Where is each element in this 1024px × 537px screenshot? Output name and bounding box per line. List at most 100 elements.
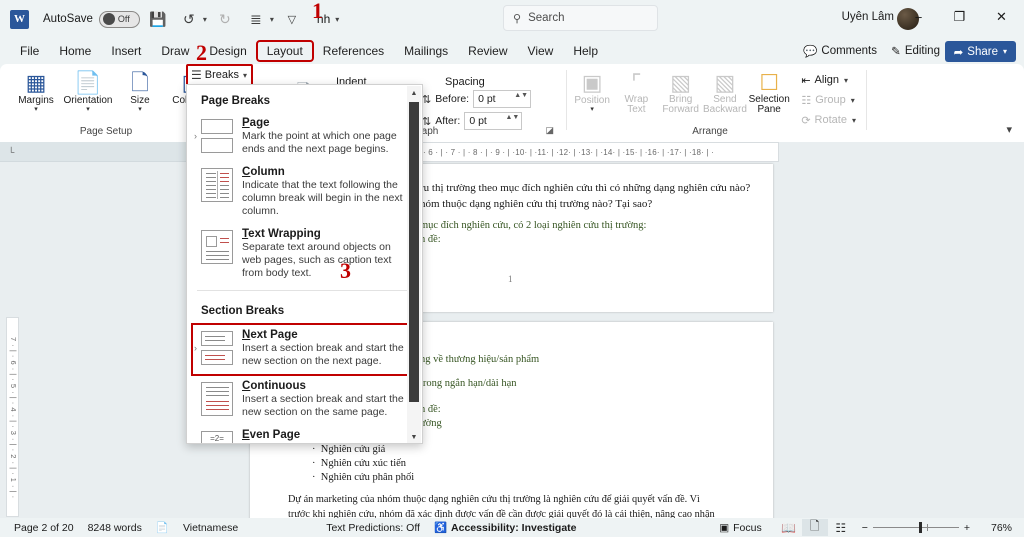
menu-item-next-page-title: Next Page bbox=[242, 329, 298, 341]
autosave-knob bbox=[102, 13, 115, 25]
line-spacing-icon[interactable]: ≣ bbox=[243, 6, 269, 32]
size-button[interactable]: 🗋 Size ▾ bbox=[114, 66, 166, 114]
group-button[interactable]: ☷ Group ▾ bbox=[797, 90, 860, 110]
autosave-toggle[interactable]: Off bbox=[98, 10, 140, 28]
accessibility-icon: ♿ bbox=[433, 522, 448, 534]
focus-button[interactable]: ▣ Focus bbox=[719, 522, 762, 534]
tab-layout[interactable]: Layout bbox=[255, 40, 314, 62]
selection-pane-icon: ☐ bbox=[759, 70, 780, 95]
text-predictions[interactable]: Text Predictions: Off bbox=[326, 522, 420, 534]
search-placeholder: Search bbox=[528, 12, 565, 24]
maximize-button[interactable]: ❐ bbox=[937, 0, 982, 34]
customize-qat-icon[interactable]: ▽ bbox=[279, 6, 305, 32]
print-layout-icon[interactable]: 🗋 bbox=[801, 519, 828, 536]
zoom-slider[interactable]: − + bbox=[862, 522, 970, 534]
send-backward-label: Send Backward bbox=[702, 94, 747, 115]
accessibility-status[interactable]: ♿ Accessibility: Investigate bbox=[433, 521, 577, 535]
tab-draw[interactable]: Draw bbox=[151, 41, 199, 61]
selection-pane-button[interactable]: ☐ Selection Pane bbox=[747, 66, 791, 130]
menu-item-text-wrapping-title: Text Wrapping bbox=[242, 228, 321, 240]
margins-chevron-down-icon: ▾ bbox=[34, 106, 38, 113]
horizontal-ruler[interactable]: · 6 · | · 7 · | · 8 · | · 9 · | ·10· | ·… bbox=[420, 142, 779, 162]
close-button[interactable]: ✕ bbox=[979, 0, 1024, 34]
comments-button[interactable]: 💬 Comments bbox=[796, 41, 884, 61]
scroll-down-icon[interactable]: ▼ bbox=[407, 430, 421, 443]
tab-review[interactable]: Review bbox=[458, 41, 517, 61]
spacing-chevron-down-icon[interactable]: ▾ bbox=[270, 15, 274, 24]
tab-home[interactable]: Home bbox=[49, 41, 101, 61]
spacing-before-label: Before: bbox=[435, 93, 470, 105]
minimize-button[interactable]: − bbox=[896, 0, 941, 34]
redo-icon: ↻ bbox=[219, 10, 231, 27]
position-button[interactable]: ▣ Position ▾ bbox=[570, 66, 614, 130]
menu-item-text-wrapping[interactable]: Text Wrapping Separate text around objec… bbox=[187, 224, 422, 286]
menu-item-even-page[interactable]: =2= 2=4= Even Page Insert a section brea… bbox=[187, 425, 422, 443]
menu-item-continuous[interactable]: Continuous Insert a section break and st… bbox=[187, 376, 422, 425]
zoom-track[interactable] bbox=[872, 522, 959, 533]
comments-label: Comments bbox=[821, 45, 877, 57]
tab-design[interactable]: Design bbox=[199, 41, 256, 61]
orientation-button[interactable]: 📄 Orientation ▾ bbox=[62, 66, 114, 114]
menu-item-next-page[interactable]: › Next Page Insert a section break and s… bbox=[191, 323, 418, 376]
send-backward-button[interactable]: ▧ Send Backward bbox=[703, 66, 747, 130]
read-mode-icon[interactable]: 📖 bbox=[776, 519, 802, 536]
tab-help[interactable]: Help bbox=[563, 41, 608, 61]
section-breaks-header: Section Breaks bbox=[201, 305, 285, 317]
word-logo-icon: W bbox=[10, 9, 29, 29]
vertical-ruler[interactable]: 7 · | · 6 · | · 5 · | · 4 · | · 3 · | · … bbox=[6, 317, 19, 517]
bring-forward-icon: ▧ bbox=[670, 70, 692, 95]
word-count[interactable]: 8248 words bbox=[88, 522, 142, 534]
tab-view[interactable]: View bbox=[518, 41, 564, 61]
proofing-errors-icon[interactable]: 📄 bbox=[156, 521, 169, 534]
save-icon[interactable]: 💾 bbox=[145, 6, 171, 32]
zoom-out-button[interactable]: − bbox=[862, 522, 868, 534]
share-icon: ➦ bbox=[953, 46, 964, 59]
wrap-text-button[interactable]: ⌜ Wrap Text bbox=[614, 66, 658, 130]
zoom-level[interactable]: 76% bbox=[978, 522, 1012, 534]
spacing-before-input[interactable]: 0 pt ▲▼ bbox=[473, 90, 532, 108]
scroll-up-icon[interactable]: ▲ bbox=[407, 86, 421, 100]
tab-insert[interactable]: Insert bbox=[101, 41, 151, 61]
menu-item-column-desc: Indicate that the text following the col… bbox=[242, 179, 403, 217]
ribbon: ▦ Margins ▾ 📄 Orientation ▾ 🗋 Size ▾ ◫ C… bbox=[0, 64, 1024, 142]
align-button[interactable]: ⇤ Align ▾ bbox=[797, 70, 860, 90]
dialog-launcher-icon[interactable]: ◪ bbox=[545, 125, 554, 136]
align-icon: ⇤ bbox=[801, 74, 811, 87]
margins-label: Margins bbox=[18, 95, 54, 106]
page-info[interactable]: Page 2 of 20 bbox=[14, 522, 74, 534]
tab-mailings[interactable]: Mailings bbox=[394, 41, 458, 61]
menu-item-page[interactable]: › Page Mark the point at which one page … bbox=[187, 113, 422, 162]
menu-item-column[interactable]: Column Indicate that the text following … bbox=[187, 162, 422, 224]
document-name-chevron-down-icon[interactable]: ▾ bbox=[335, 15, 339, 24]
web-layout-icon[interactable]: ☷ bbox=[828, 519, 854, 536]
tab-stop-icon[interactable]: └ bbox=[8, 147, 203, 157]
collapse-ribbon-icon[interactable]: ▾ bbox=[1006, 123, 1012, 136]
breaks-dropdown-menu: Page Breaks › Page Mark the point at whi… bbox=[186, 84, 423, 444]
tab-file[interactable]: File bbox=[10, 41, 49, 61]
undo-chevron-down-icon[interactable]: ▾ bbox=[203, 15, 207, 24]
spacing-before-icon: ⇅ bbox=[422, 93, 432, 106]
page1-line-2: hóm thuộc dạng nghiên cứu thị trường nào… bbox=[420, 198, 653, 210]
menu-item-text-wrapping-desc: Separate text around objects on web page… bbox=[242, 241, 392, 279]
position-chevron-down-icon: ▾ bbox=[590, 106, 594, 113]
share-button[interactable]: ➦ Share ▾ bbox=[944, 41, 1016, 62]
breaks-button[interactable]: ☰ Breaks ▾ bbox=[186, 64, 253, 86]
zoom-in-button[interactable]: + bbox=[964, 522, 970, 534]
even-page-break-icon: =2= 2=4= bbox=[201, 431, 233, 443]
undo-icon[interactable]: ↺ bbox=[176, 6, 202, 32]
menu-scrollbar[interactable]: ▲ ▼ bbox=[407, 86, 421, 443]
spacing-after-stepper[interactable]: ▲▼ bbox=[505, 114, 519, 121]
quick-access-toolbar: 💾 ↺ ▾ ↻ ≣ ▾ ▽ bbox=[140, 6, 305, 32]
page-setup-group-label: Page Setup bbox=[79, 126, 133, 137]
tab-references[interactable]: References bbox=[313, 41, 394, 61]
search-input[interactable]: ⚲ Search bbox=[503, 5, 658, 31]
bring-forward-button[interactable]: ▧ Bring Forward bbox=[659, 66, 703, 130]
spacing-before-stepper[interactable]: ▲▼ bbox=[514, 92, 528, 99]
wrap-text-icon: ⌜ bbox=[631, 70, 642, 95]
zoom-knob[interactable] bbox=[918, 522, 922, 533]
margins-icon: ▦ bbox=[25, 70, 47, 95]
language[interactable]: Vietnamese bbox=[183, 522, 238, 534]
margins-button[interactable]: ▦ Margins ▾ bbox=[10, 66, 62, 114]
scrollbar-thumb[interactable] bbox=[409, 102, 419, 402]
breaks-icon: ☰ bbox=[191, 68, 202, 82]
